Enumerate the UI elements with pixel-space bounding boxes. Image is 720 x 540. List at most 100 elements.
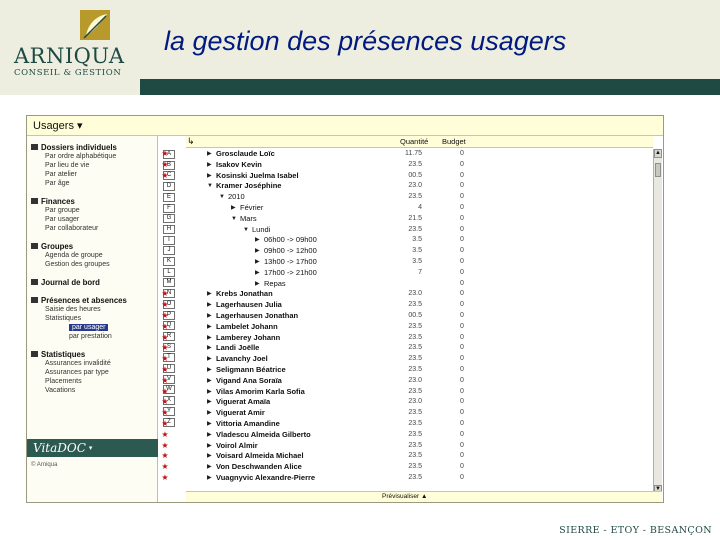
collapsed-arrow-icon[interactable]: ▶ xyxy=(207,451,213,461)
table-row[interactable]: ▶ Landi Joëlle 23.5 0 xyxy=(186,343,653,354)
sidebar-title-dropdown[interactable]: Usagers ▾ xyxy=(27,116,158,136)
sidebar-item[interactable]: Par groupe xyxy=(45,207,80,214)
sidebar-item[interactable]: Assurances par type xyxy=(45,369,109,376)
table-row[interactable]: ▶ Seligmann Béatrice 23.5 0 xyxy=(186,365,653,376)
sidebar-item-selected[interactable]: par usager xyxy=(69,324,109,331)
collapsed-arrow-icon[interactable]: ▶ xyxy=(207,408,213,418)
table-row[interactable]: ▶ Vigand Ana Soraïa 23.0 0 xyxy=(186,376,653,387)
collapsed-arrow-icon[interactable]: ▶ xyxy=(231,203,237,213)
table-row[interactable]: ▼ Kramer Joséphine 23.0 0 xyxy=(186,181,653,192)
alphabet-button[interactable]: M xyxy=(163,278,175,288)
table-row[interactable]: ▶ 13h00 -> 17h00 3.5 0 xyxy=(186,257,653,268)
sidebar-section[interactable]: Journal de bord xyxy=(31,278,100,287)
table-row[interactable]: ▶ Lavanchy Joel 23.5 0 xyxy=(186,354,653,365)
table-row[interactable]: ▶ Lagerhausen Julia 23.5 0 xyxy=(186,300,653,311)
collapsed-arrow-icon[interactable]: ▶ xyxy=(207,473,213,483)
collapsed-arrow-icon[interactable]: ▶ xyxy=(207,171,213,181)
table-row[interactable]: ▶ Vittoria Amandine 23.5 0 xyxy=(186,419,653,430)
collapsed-arrow-icon[interactable]: ▶ xyxy=(207,333,213,343)
sidebar-item[interactable]: Placements xyxy=(45,378,82,385)
sidebar-item[interactable]: Agenda de groupe xyxy=(45,252,103,259)
table-row[interactable]: ▶ Vilas Amorim Karla Sofia 23.5 0 xyxy=(186,387,653,398)
sidebar-section[interactable]: Dossiers individuels xyxy=(31,143,117,152)
alphabet-button[interactable]: L xyxy=(163,267,175,277)
table-row[interactable]: ▶ Voirol Almir 23.5 0 xyxy=(186,441,653,452)
table-row[interactable]: ▶ 17h00 -> 21h00 7 0 xyxy=(186,268,653,279)
collapsed-arrow-icon[interactable]: ▶ xyxy=(207,311,213,321)
column-quantite[interactable]: Quantité xyxy=(400,137,428,146)
table-row[interactable]: ▶ Krebs Jonathan 23.0 0 xyxy=(186,289,653,300)
table-row[interactable]: ▶ Lambelet Johann 23.5 0 xyxy=(186,322,653,333)
sidebar-item[interactable]: Par âge xyxy=(45,180,70,187)
collapsed-arrow-icon[interactable]: ▶ xyxy=(207,149,213,159)
sidebar-item[interactable]: Par lieu de vie xyxy=(45,162,89,169)
table-row[interactable]: ▶ 09h00 -> 12h00 3.5 0 xyxy=(186,246,653,257)
sidebar-item[interactable]: Par collaborateur xyxy=(45,225,98,232)
table-row[interactable]: ▶ Voisard Almeida Michael 23.5 0 xyxy=(186,451,653,462)
collapsed-arrow-icon[interactable]: ▶ xyxy=(255,279,261,289)
collapsed-arrow-icon[interactable]: ▶ xyxy=(255,268,261,278)
collapsed-arrow-icon[interactable]: ▶ xyxy=(207,322,213,332)
table-row[interactable]: ▶ Kosinski Juelma Isabel 00.5 0 xyxy=(186,171,653,182)
alphabet-button[interactable]: I xyxy=(163,235,175,245)
sidebar-item[interactable]: Par usager xyxy=(45,216,79,223)
collapsed-arrow-icon[interactable]: ▶ xyxy=(255,246,261,256)
collapsed-arrow-icon[interactable]: ▶ xyxy=(207,300,213,310)
table-row[interactable]: ▼ Lundi 23.5 0 xyxy=(186,225,653,236)
sidebar-item[interactable]: Statistiques xyxy=(45,315,81,322)
sidebar-section[interactable]: Statistiques xyxy=(31,350,85,359)
table-row[interactable]: ▶ 06h00 -> 09h00 3.5 0 xyxy=(186,235,653,246)
scroll-up-icon[interactable]: ▲ xyxy=(654,149,662,158)
table-row[interactable]: ▶ Viguerat Amaïa 23.0 0 xyxy=(186,397,653,408)
table-row[interactable]: ▶ Von Deschwanden Alice 23.5 0 xyxy=(186,462,653,473)
collapsed-arrow-icon[interactable]: ▶ xyxy=(207,376,213,386)
table-row[interactable]: ▶ Lamberey Johann 23.5 0 xyxy=(186,333,653,344)
table-row[interactable]: ▶ Viguerat Amir 23.5 0 xyxy=(186,408,653,419)
alphabet-button[interactable]: G xyxy=(163,214,175,224)
sidebar-item[interactable]: par prestation xyxy=(69,333,112,340)
collapsed-arrow-icon[interactable]: ▶ xyxy=(255,257,261,267)
sidebar-section[interactable]: Groupes xyxy=(31,242,73,251)
collapsed-arrow-icon[interactable]: ▶ xyxy=(207,289,213,299)
arrow-icon[interactable]: ↳ xyxy=(187,136,199,146)
expanded-arrow-icon[interactable]: ▼ xyxy=(231,214,237,224)
collapsed-arrow-icon[interactable]: ▶ xyxy=(207,419,213,429)
sidebar-section[interactable]: Présences et absences xyxy=(31,296,127,305)
sidebar-item[interactable]: Assurances invalidité xyxy=(45,360,111,367)
collapsed-arrow-icon[interactable]: ▶ xyxy=(207,397,213,407)
table-row[interactable]: ▶ Vuagnyvic Alexandre-Pierre 23.5 0 xyxy=(186,473,653,484)
alphabet-button[interactable]: E xyxy=(163,192,175,202)
alphabet-button[interactable]: D xyxy=(163,182,175,192)
table-row[interactable]: ▶ Grosclaude Loïc 11.75 0 xyxy=(186,149,653,160)
table-row[interactable]: ▶ Repas 0 xyxy=(186,279,653,290)
table-row[interactable]: ▶ Lagerhausen Jonathan 00.5 0 xyxy=(186,311,653,322)
expanded-arrow-icon[interactable]: ▼ xyxy=(243,225,249,235)
alphabet-button[interactable]: J xyxy=(163,246,175,256)
column-budget[interactable]: Budget xyxy=(442,137,466,146)
sidebar-item[interactable]: Gestion des groupes xyxy=(45,261,110,268)
table-row[interactable]: ▼ 2010 23.5 0 xyxy=(186,192,653,203)
preview-button[interactable]: Prévisualiser ▲ xyxy=(382,493,427,500)
collapsed-arrow-icon[interactable]: ▶ xyxy=(207,441,213,451)
sidebar-item[interactable]: Vacations xyxy=(45,387,75,394)
vertical-scrollbar[interactable]: ▲ ▼ xyxy=(653,149,662,494)
sidebar-item[interactable]: Par atelier xyxy=(45,171,77,178)
collapsed-arrow-icon[interactable]: ▶ xyxy=(207,354,213,364)
collapsed-arrow-icon[interactable]: ▶ xyxy=(207,160,213,170)
table-row[interactable]: ▶ Février 4 0 xyxy=(186,203,653,214)
table-row[interactable]: ▶ Vladescu Almeida Gilberto 23.5 0 xyxy=(186,430,653,441)
vitadoc-menu[interactable]: VitaDOC ▾ xyxy=(27,439,158,457)
collapsed-arrow-icon[interactable]: ▶ xyxy=(207,462,213,472)
table-row[interactable]: ▶ Isakov Kevin 23.5 0 xyxy=(186,160,653,171)
collapsed-arrow-icon[interactable]: ▶ xyxy=(207,343,213,353)
alphabet-button[interactable]: F xyxy=(163,203,175,213)
table-row[interactable]: ▼ Mars 21.5 0 xyxy=(186,214,653,225)
alphabet-button[interactable]: H xyxy=(163,224,175,234)
sidebar-section[interactable]: Finances xyxy=(31,197,75,206)
expanded-arrow-icon[interactable]: ▼ xyxy=(219,192,225,202)
collapsed-arrow-icon[interactable]: ▶ xyxy=(255,235,261,245)
sidebar-item[interactable]: Saisie des heures xyxy=(45,306,101,313)
scroll-thumb[interactable] xyxy=(655,163,661,177)
sidebar-item[interactable]: Par ordre alphabétique xyxy=(45,153,116,160)
collapsed-arrow-icon[interactable]: ▶ xyxy=(207,430,213,440)
